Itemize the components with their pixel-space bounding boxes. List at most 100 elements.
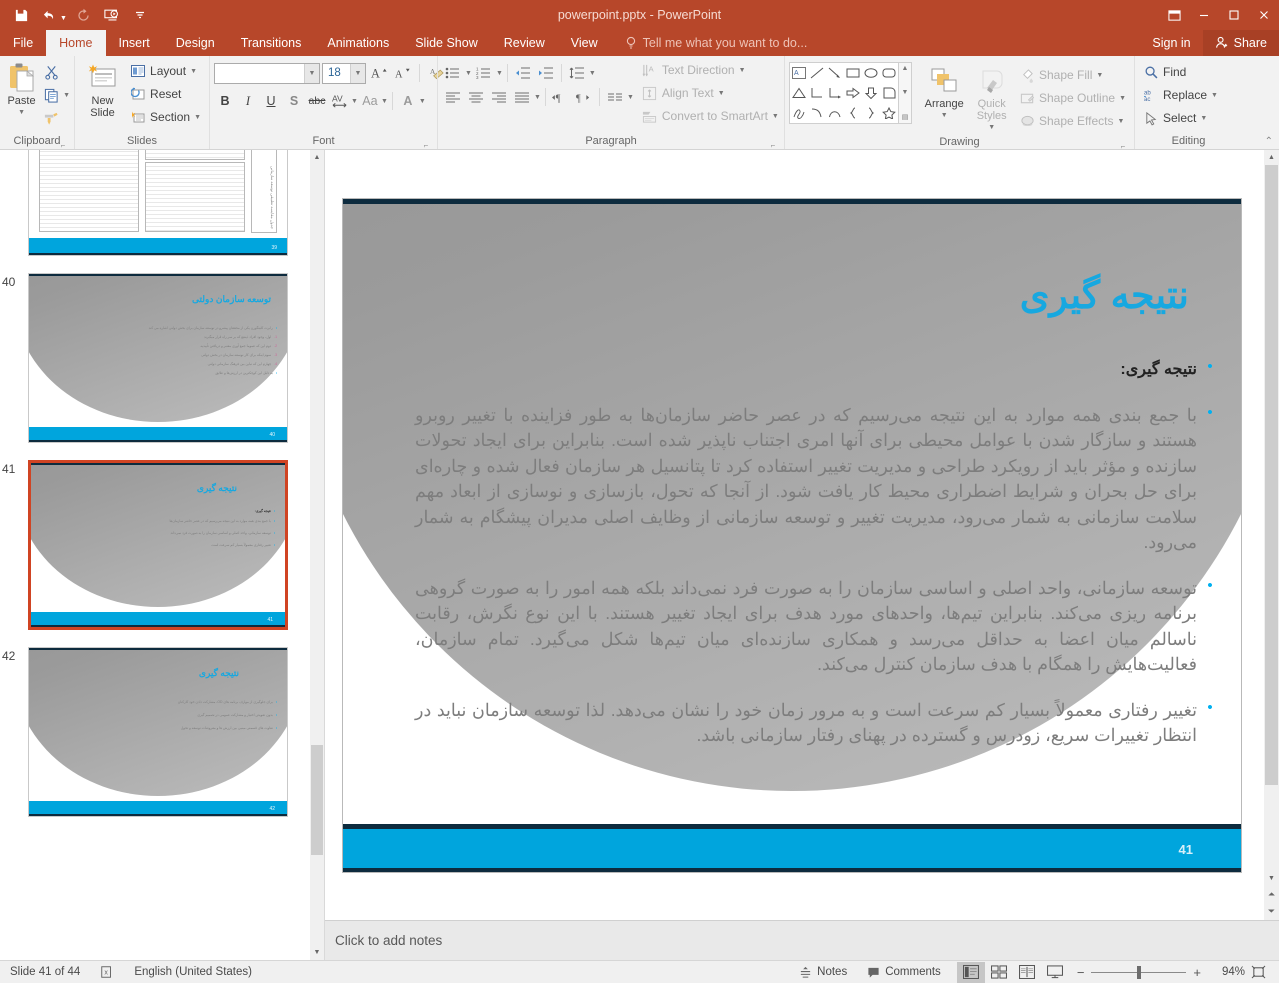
scroll-up-icon[interactable]: ▲ [1264,150,1279,165]
rectangle-shape-icon[interactable] [846,67,860,79]
cut-icon[interactable] [39,61,63,83]
fit-slide-to-window-icon[interactable] [1245,962,1271,983]
select-dropdown-icon[interactable]: ▼ [1200,115,1207,122]
thumbnail-frame[interactable]: جدول مقایسه تطبیقی توسعه سازمانی 39 [28,150,288,256]
tab-transitions[interactable]: Transitions [228,30,315,56]
tab-slide-show[interactable]: Slide Show [402,30,491,56]
font-name-dropdown-icon[interactable]: ▼ [304,63,319,83]
line-spacing-icon[interactable] [566,62,588,84]
shape-effects-dropdown-icon[interactable]: ▼ [1118,118,1125,125]
list-item[interactable]: 42 نتیجه گیری • برای جلوگیری از موارف برن… [2,647,310,817]
tell-me-search[interactable]: Tell me what you want to do... [611,30,807,56]
slide-vertical-scrollbar[interactable]: ▲ ▼ ⏶ ⏷ [1264,150,1279,920]
current-slide[interactable]: نتیجه گیری • نتیجه گیری: • با جمع بندی ه… [342,198,1242,873]
paste-button[interactable]: Paste ▼ [4,59,39,119]
scroll-handle[interactable] [1265,165,1278,785]
tab-design[interactable]: Design [163,30,228,56]
paste-dropdown-icon[interactable]: ▼ [18,107,25,119]
replace-dropdown-icon[interactable]: ▼ [1211,92,1218,99]
slide-title[interactable]: نتیجه گیری [1020,273,1189,318]
right-brace-shape-icon[interactable] [864,107,878,119]
font-name-input[interactable]: ▼ [214,62,320,84]
scroll-down-icon[interactable]: ▼ [1264,871,1279,886]
reset-button[interactable]: Reset [126,83,205,105]
decrease-indent-icon[interactable] [512,62,534,84]
notes-pane[interactable]: Click to add notes [325,920,1279,960]
increase-indent-icon[interactable] [535,62,557,84]
drawing-dialog-launcher-icon[interactable]: ⌐ [1118,139,1128,151]
ribbon-display-options-icon[interactable] [1159,0,1189,30]
text-direction-dropdown-icon[interactable]: ▼ [739,67,746,74]
font-color-button[interactable]: A [397,90,419,112]
gallery-more-icon[interactable]: ▤ [902,113,909,121]
columns-icon[interactable] [604,86,626,108]
gallery-scroll-up-icon[interactable]: ▲ [902,65,909,72]
tab-animations[interactable]: Animations [314,30,402,56]
scribble-shape-icon[interactable] [792,107,806,119]
share-button[interactable]: Share [1202,30,1279,56]
replace-button[interactable]: ab ac Replace ▼ [1139,84,1222,106]
align-right-icon[interactable] [488,86,510,108]
collapse-ribbon-icon[interactable]: ⌃ [1265,136,1273,147]
close-icon[interactable] [1249,0,1279,30]
tab-home[interactable]: Home [46,30,106,56]
language-indicator[interactable]: English (United States) [124,961,262,983]
align-left-icon[interactable] [442,86,464,108]
smartart-dropdown-icon[interactable]: ▼ [772,113,779,120]
down-arrow-shape-icon[interactable] [864,87,878,99]
rounded-rectangle-shape-icon[interactable] [882,67,896,79]
tab-insert[interactable]: Insert [106,30,163,56]
slide-stage[interactable]: نتیجه گیری • نتیجه گیری: • با جمع بندی ه… [325,150,1279,920]
section-button[interactable]: Section ▼ [126,106,205,128]
slide-counter[interactable]: Slide 41 of 44 [0,961,90,983]
view-slide-sorter-button[interactable] [985,962,1013,983]
thumbnail-scrollbar[interactable]: ▲ ▼ [310,150,324,960]
text-direction-button[interactable]: A Text Direction ▼ [638,59,783,81]
zoom-handle[interactable] [1137,965,1142,979]
arrange-dropdown-icon[interactable]: ▼ [941,110,948,122]
columns-menu-icon[interactable]: ▼ [627,94,634,101]
increase-font-size-icon[interactable]: A [368,62,390,84]
character-spacing-dropdown-icon[interactable]: ▼ [351,98,358,105]
font-size-dropdown-icon[interactable]: ▼ [350,63,365,83]
align-text-button[interactable]: Align Text ▼ [638,82,783,104]
line-spacing-dropdown-icon[interactable]: ▼ [589,70,596,77]
thumbnail-scroll-handle[interactable] [311,745,323,855]
section-dropdown-icon[interactable]: ▼ [194,114,201,121]
arc-shape-icon[interactable] [828,107,842,119]
italic-button[interactable]: I [237,90,259,112]
thumbnail-scroll-track[interactable] [310,165,324,945]
clipboard-dialog-launcher-icon[interactable]: ⌐ [58,138,68,150]
redo-icon[interactable] [71,3,97,27]
quick-styles-dropdown-icon[interactable]: ▼ [988,122,995,134]
view-normal-button[interactable] [956,961,985,983]
view-reading-button[interactable] [1013,962,1041,983]
bullets-dropdown-icon[interactable]: ▼ [465,70,472,77]
tab-review[interactable]: Review [491,30,558,56]
maximize-icon[interactable] [1219,0,1249,30]
star-shape-icon[interactable] [882,107,896,119]
sign-in-button[interactable]: Sign in [1140,30,1202,56]
slide-canvas[interactable]: نتیجه گیری • نتیجه گیری: • با جمع بندی ه… [343,199,1241,872]
oval-shape-icon[interactable] [864,67,878,79]
ltr-text-direction-icon[interactable]: ¶ [550,86,572,108]
copy-icon[interactable] [39,84,63,106]
zoom-in-icon[interactable]: + [1193,965,1201,980]
find-button[interactable]: Find [1139,61,1222,83]
zoom-level[interactable]: 94% [1209,966,1245,978]
tab-view[interactable]: View [558,30,611,56]
gallery-scroll-down-icon[interactable]: ▼ [902,89,909,96]
layout-dropdown-icon[interactable]: ▼ [190,68,197,75]
bullet-item[interactable]: • با جمع بندی همه موارد به این نتیجه می‌… [415,403,1215,556]
elbow-connector-icon[interactable] [810,87,824,99]
flowchart-shape-icon[interactable] [882,87,896,99]
zoom-out-icon[interactable]: − [1077,965,1085,980]
paragraph-dialog-launcher-icon[interactable]: ⌐ [768,138,778,150]
shape-outline-button[interactable]: Shape Outline ▼ [1015,87,1130,109]
slide-body-placeholder[interactable]: • نتیجه گیری: • با جمع بندی همه موارد به… [415,357,1215,769]
quick-styles-button[interactable]: Quick Styles ▼ [968,62,1015,134]
spell-check-icon[interactable]: x [90,961,124,983]
thumbnail-scroll-down-icon[interactable]: ▼ [310,945,324,960]
numbering-icon[interactable]: 123 [473,62,495,84]
thumbnail-frame[interactable]: توسعه سازمان دولتی • رابرت کلیتگورن یکی ا… [28,273,288,443]
